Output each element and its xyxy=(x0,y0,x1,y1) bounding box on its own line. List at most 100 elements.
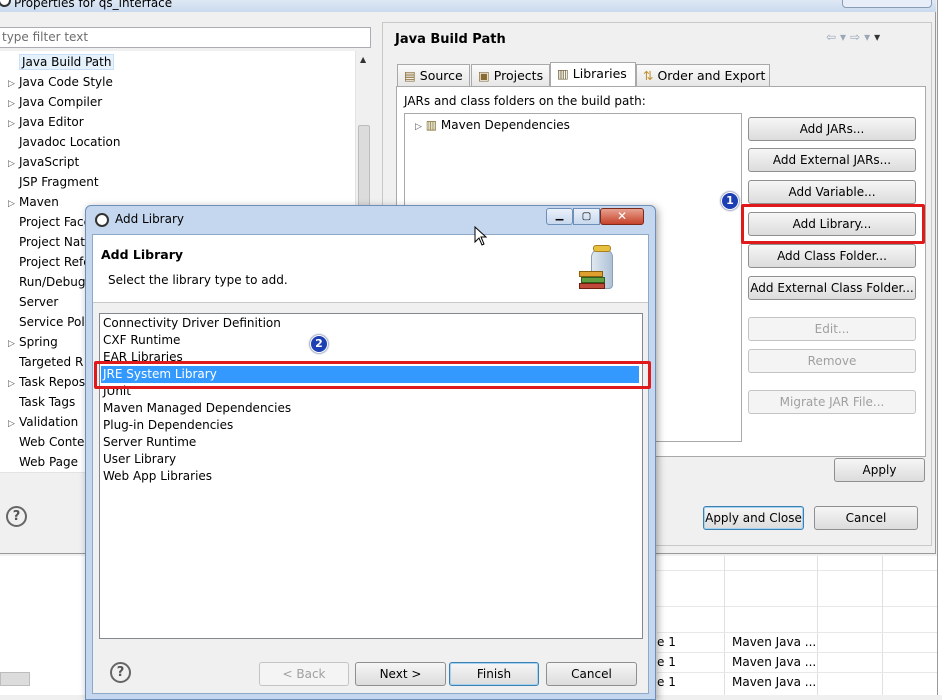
nav-item[interactable]: ▷ Spring xyxy=(8,332,58,352)
nav-item-label: Java Compiler xyxy=(19,95,103,109)
nav-item[interactable]: Service Poli xyxy=(8,312,88,332)
finish-button[interactable]: Finish xyxy=(449,662,539,686)
dialog-eclipse-icon xyxy=(95,213,109,227)
nav-item-label: JavaScript xyxy=(19,155,80,169)
table-cell: Maven Java ... xyxy=(732,655,817,669)
nav-item[interactable]: Targeted R xyxy=(8,352,83,372)
migrate-jar-button[interactable]: Migrate JAR File... xyxy=(748,390,916,414)
back-button[interactable]: < Back xyxy=(259,662,349,686)
nav-item[interactable]: ▷ Task Repos xyxy=(8,372,85,392)
dialog-body: Add Library Select the library type to a… xyxy=(92,234,649,694)
expand-arrow-icon[interactable]: ▷ xyxy=(8,374,19,394)
nav-item[interactable]: Project Face xyxy=(8,212,91,232)
nav-item[interactable]: ▷ JavaScript xyxy=(8,152,79,172)
nav-item[interactable]: ▷ Java Code Style xyxy=(8,72,113,92)
expand-arrow-icon[interactable]: ▷ xyxy=(8,114,19,134)
tab-libraries[interactable]: ▥ Libraries xyxy=(550,62,636,87)
dialog-window-title: Add Library xyxy=(115,212,185,226)
nav-item[interactable]: Server xyxy=(8,292,58,312)
expand-arrow-icon[interactable]: ▷ xyxy=(8,194,19,214)
table-gridline xyxy=(655,570,937,571)
add-external-class-folder-button[interactable]: Add External Class Folder... xyxy=(748,276,916,300)
library-type-item[interactable]: User Library xyxy=(103,451,176,468)
nav-item-label: Task Tags xyxy=(19,395,76,409)
nav-item[interactable]: Run/Debug xyxy=(8,272,86,292)
nav-item[interactable]: ▷ Java Compiler xyxy=(8,92,102,112)
library-type-item[interactable]: Web App Libraries xyxy=(103,468,212,485)
nav-item[interactable]: Project Nati xyxy=(8,232,88,252)
dialog-header: Add Library Select the library type to a… xyxy=(93,235,648,303)
tree-item-maven-dependencies[interactable]: ▷ ▥ Maven Dependencies xyxy=(415,118,570,132)
annotation-badge-2: 2 xyxy=(310,335,328,353)
table-row[interactable]: e 1 Maven Java ... xyxy=(657,672,937,692)
tab-source[interactable]: ▤ Source xyxy=(397,64,470,87)
nav-item-label: Java Build Path xyxy=(19,54,115,70)
help-icon[interactable]: ? xyxy=(6,506,27,527)
nav-item[interactable]: ▷ Maven xyxy=(8,192,59,212)
scroll-up-icon[interactable]: ▲ xyxy=(360,55,366,64)
remove-button[interactable]: Remove xyxy=(748,349,916,373)
cancel-button[interactable]: Cancel xyxy=(814,506,918,530)
library-type-item[interactable]: Plug-in Dependencies xyxy=(103,417,233,434)
expand-arrow-icon[interactable]: ▷ xyxy=(8,74,19,94)
expand-arrow-icon[interactable]: ▷ xyxy=(8,94,19,114)
nav-item[interactable]: Task Tags xyxy=(8,392,75,412)
nav-item-label: JSP Fragment xyxy=(19,175,99,189)
tab-projects[interactable]: ▣ Projects xyxy=(471,64,550,87)
right-edge-panel xyxy=(937,0,942,695)
table-row[interactable]: e 1 Maven Java ... xyxy=(657,652,937,672)
nav-item[interactable]: Web Page xyxy=(8,452,78,472)
dialog-minimize-button[interactable]: ▁ xyxy=(546,208,573,225)
apply-button[interactable]: Apply xyxy=(834,458,925,482)
table-row[interactable]: e 1 Maven Java ... xyxy=(657,632,937,652)
add-external-jars-button[interactable]: Add External JARs... xyxy=(748,148,916,172)
tab-order-export[interactable]: ⇅ Order and Export xyxy=(636,64,770,87)
table-cell: Maven Java ... xyxy=(732,635,817,649)
nav-item[interactable]: JSP Fragment xyxy=(8,172,99,192)
projects-icon: ▣ xyxy=(478,68,490,83)
expand-arrow-icon[interactable]: ▷ xyxy=(415,122,422,132)
nav-item-label: Targeted R xyxy=(19,355,84,369)
table-cell: e 1 xyxy=(657,635,676,649)
dialog-help-icon[interactable]: ? xyxy=(110,662,131,683)
nav-history-controls[interactable]: ⇦▾⇨▾▾ xyxy=(826,30,884,44)
library-type-item[interactable]: CXF Runtime xyxy=(103,332,180,349)
dialog-cancel-button[interactable]: Cancel xyxy=(546,662,637,686)
expand-arrow-icon[interactable]: ▷ xyxy=(8,154,19,174)
add-library-highlight-box xyxy=(741,204,925,244)
library-icon: ▥ xyxy=(425,118,438,132)
nav-item[interactable]: Web Conte xyxy=(8,432,84,452)
add-variable-button[interactable]: Add Variable... xyxy=(748,180,916,204)
expand-arrow-icon[interactable]: ▷ xyxy=(8,414,19,434)
edit-button[interactable]: Edit... xyxy=(748,317,916,341)
nav-item-label: Javadoc Location xyxy=(19,135,121,149)
dialog-close-button[interactable]: ✕ xyxy=(600,208,644,225)
add-class-folder-button[interactable]: Add Class Folder... xyxy=(748,244,916,268)
nav-item-label: Web Page xyxy=(19,455,79,469)
table-cell: e 1 xyxy=(657,655,676,669)
apply-and-close-button[interactable]: Apply and Close xyxy=(703,506,804,530)
window-controls[interactable] xyxy=(842,0,932,8)
dialog-header-subtitle: Select the library type to add. xyxy=(108,273,288,287)
horizontal-scrollbar[interactable] xyxy=(0,672,30,686)
dialog-maximize-button[interactable]: ▢ xyxy=(573,208,600,225)
window-title-bar: Properties for qs_interface xyxy=(0,0,936,12)
library-type-item[interactable]: Server Runtime xyxy=(103,434,196,451)
nav-item[interactable]: Java Build Path xyxy=(8,52,115,72)
nav-item-label: Server xyxy=(19,295,59,309)
add-jars-button[interactable]: Add JARs... xyxy=(748,117,916,141)
expand-arrow-icon[interactable]: ▷ xyxy=(8,334,19,354)
library-type-item[interactable]: Maven Managed Dependencies xyxy=(103,400,291,417)
next-button[interactable]: Next > xyxy=(355,662,446,686)
nav-item[interactable]: Javadoc Location xyxy=(8,132,120,152)
nav-item-label: Validation xyxy=(19,415,79,429)
filter-input[interactable]: type filter text xyxy=(0,27,371,48)
order-export-icon: ⇅ xyxy=(643,68,654,83)
nav-item-label: Spring xyxy=(19,335,58,349)
tab-projects-label: Projects xyxy=(493,68,544,83)
library-type-item[interactable]: Connectivity Driver Definition xyxy=(103,315,281,332)
nav-item[interactable]: Project Refe xyxy=(8,252,91,272)
add-library-dialog: Add Library ▁ ▢ ✕ Add Library Select the… xyxy=(85,205,656,700)
nav-item[interactable]: ▷ Java Editor xyxy=(8,112,84,132)
nav-item[interactable]: ▷ Validation xyxy=(8,412,78,432)
